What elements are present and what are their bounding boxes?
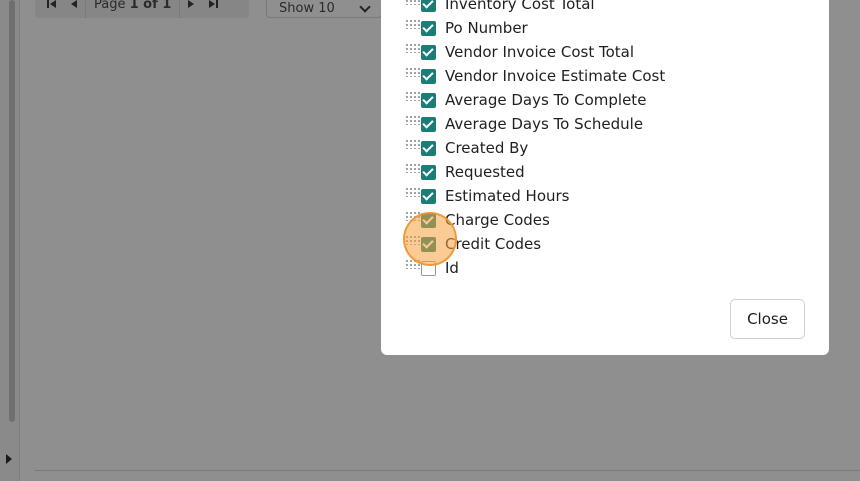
column-item: Po Number — [405, 16, 805, 40]
column-checkbox[interactable] — [421, 93, 436, 108]
page-size-value: Show 10 — [279, 1, 335, 16]
chevron-down-icon — [359, 1, 371, 13]
left-panel-strip — [0, 0, 20, 481]
drag-handle-icon[interactable] — [405, 163, 421, 173]
click-highlight — [403, 212, 457, 266]
column-item: Id — [405, 256, 805, 280]
column-checkbox[interactable] — [421, 141, 436, 156]
bottom-divider — [35, 470, 860, 471]
column-checkbox[interactable] — [421, 45, 436, 60]
next-page-icon[interactable] — [180, 0, 202, 15]
column-item: Estimated Hours — [405, 184, 805, 208]
column-label: Id — [445, 259, 459, 277]
drag-handle-icon[interactable] — [405, 19, 421, 29]
page-size-select[interactable]: Show 10 — [266, 0, 382, 18]
column-label: Created By — [445, 139, 529, 157]
panel-divider — [19, 0, 20, 481]
expand-panel-icon[interactable] — [4, 452, 16, 466]
vertical-scrollbar[interactable] — [9, 0, 15, 422]
column-item: Average Days To Schedule — [405, 112, 805, 136]
column-checkbox[interactable] — [421, 165, 436, 180]
drag-handle-icon[interactable] — [405, 91, 421, 101]
drag-handle-icon[interactable] — [405, 187, 421, 197]
column-checkbox[interactable] — [421, 117, 436, 132]
column-item: Average Days To Complete — [405, 88, 805, 112]
column-label: Po Number — [445, 19, 528, 37]
column-label: Vendor Invoice Cost Total — [445, 43, 635, 61]
first-page-icon[interactable] — [41, 0, 63, 15]
pagination-bar: Page 1 of 1 — [35, 0, 249, 18]
column-label: Charge Codes — [445, 211, 550, 229]
page-current: 1 of 1 — [129, 0, 172, 12]
column-label: Requested — [445, 163, 525, 181]
column-label: Estimated Hours — [445, 187, 570, 205]
column-checkbox[interactable] — [421, 189, 436, 204]
page-prefix: Page — [94, 0, 130, 12]
column-item: Vendor Invoice Estimate Cost — [405, 64, 805, 88]
column-label: Credit Codes — [445, 235, 542, 253]
previous-page-icon[interactable] — [63, 0, 85, 15]
drag-handle-icon[interactable] — [405, 67, 421, 77]
column-label: Inventory Cost Total — [445, 0, 595, 13]
column-chooser-dialog: Inventory Cost Total Po Number Vendor In… — [381, 0, 829, 355]
column-item: Created By — [405, 136, 805, 160]
drag-handle-icon[interactable] — [405, 43, 421, 53]
drag-handle-icon[interactable] — [405, 115, 421, 125]
last-page-icon[interactable] — [202, 0, 224, 15]
column-item: Charge Codes — [405, 208, 805, 232]
drag-handle-icon[interactable] — [405, 139, 421, 149]
column-item: Inventory Cost Total — [405, 0, 805, 16]
column-item: Requested — [405, 160, 805, 184]
column-label: Vendor Invoice Estimate Cost — [445, 67, 666, 85]
column-label: Average Days To Schedule — [445, 115, 644, 133]
column-checkbox[interactable] — [421, 0, 436, 12]
column-item: Credit Codes — [405, 232, 805, 256]
column-item: Vendor Invoice Cost Total — [405, 40, 805, 64]
page-indicator: Page 1 of 1 — [86, 0, 179, 12]
drag-handle-icon[interactable] — [405, 0, 421, 5]
column-checkbox[interactable] — [421, 69, 436, 84]
close-button[interactable]: Close — [730, 299, 805, 339]
column-label: Average Days To Complete — [445, 91, 647, 109]
column-checkbox[interactable] — [421, 21, 436, 36]
